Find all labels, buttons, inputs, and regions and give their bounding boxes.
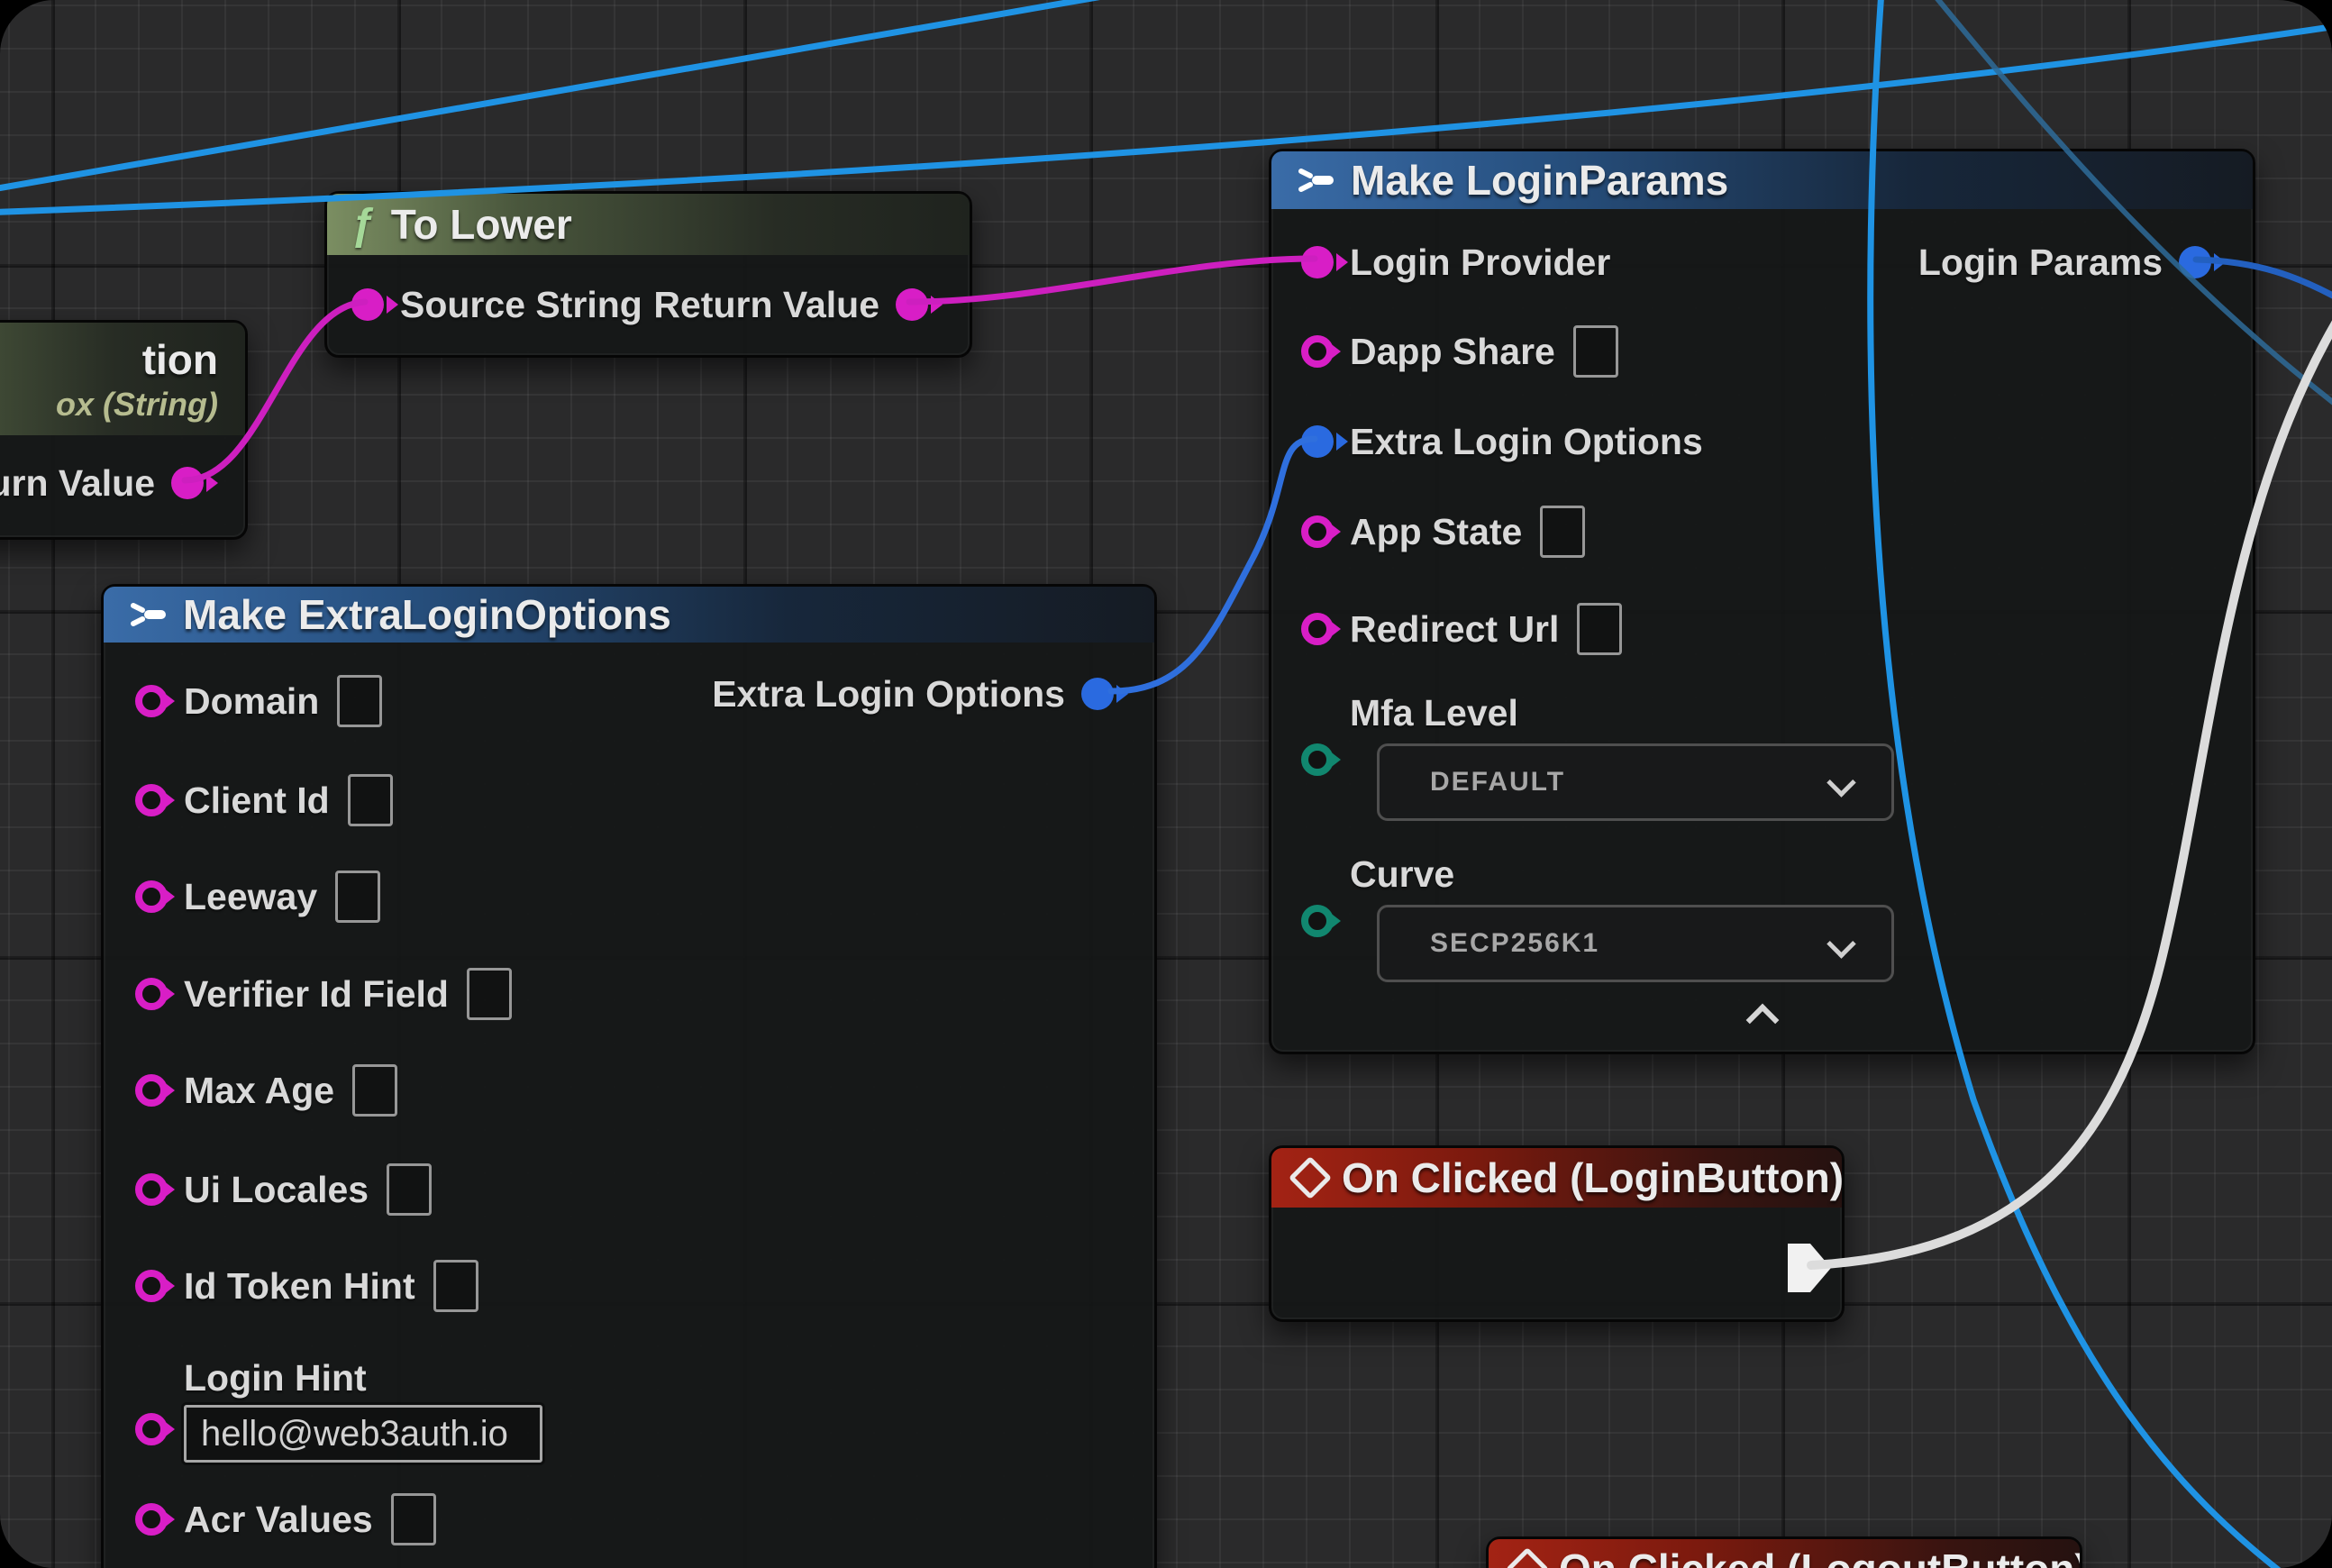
ui-locales-text-box[interactable] xyxy=(387,1163,432,1216)
leeway-text-box[interactable] xyxy=(335,871,380,923)
verifier-id-field-pin[interactable] xyxy=(135,978,168,1010)
node-header[interactable]: On Clicked (LoginButton) xyxy=(1271,1148,1842,1208)
pin-label: Mfa Level xyxy=(1350,692,1894,734)
event-diamond-icon xyxy=(1289,1156,1332,1199)
extra-login-options-out-pin[interactable] xyxy=(1081,678,1114,710)
login-params-out-pin[interactable] xyxy=(2179,246,2211,278)
pin-label: Curve xyxy=(1350,853,1894,896)
node-title: On Clicked (LoginButton) xyxy=(1342,1153,1842,1202)
pin-label: Client Id xyxy=(184,779,330,822)
background-wire-blue xyxy=(0,0,1134,191)
verifier-id-field-text-box[interactable] xyxy=(467,968,512,1020)
node-title: Make ExtraLoginOptions xyxy=(183,590,671,639)
node-make-login-params[interactable]: Make LoginParams Login Provider Login Pa… xyxy=(1269,149,2255,1054)
redirect-url-text-box[interactable] xyxy=(1577,603,1622,655)
mfa-level-dropdown[interactable]: DEFAULT xyxy=(1377,743,1894,821)
blueprint-canvas[interactable]: tion ox (String) eturn Value ƒ To Lower … xyxy=(0,0,2332,1568)
id-token-hint-pin[interactable] xyxy=(135,1270,168,1302)
pin-label: Domain xyxy=(184,680,319,723)
pin-label: Return Value xyxy=(653,284,879,326)
client-id-text-box[interactable] xyxy=(348,774,393,826)
node-make-extra-login-options[interactable]: Make ExtraLoginOptions Domain Client Id … xyxy=(101,584,1157,1568)
pin-label: Dapp Share xyxy=(1350,331,1555,373)
node-to-lower[interactable]: ƒ To Lower Source String Return Value xyxy=(324,191,972,358)
node-subtitle: ox (String) xyxy=(56,386,218,424)
login-hint-pin[interactable] xyxy=(135,1413,168,1445)
login-hint-value: hello@web3auth.io xyxy=(187,1414,508,1454)
return-value-pin[interactable] xyxy=(896,288,928,321)
max-age-text-box[interactable] xyxy=(352,1064,397,1117)
node-header[interactable]: tion ox (String) xyxy=(0,323,245,435)
curve-value: SECP256K1 xyxy=(1380,928,1599,959)
return-value-pin[interactable] xyxy=(171,467,204,499)
mfa-level-value: DEFAULT xyxy=(1380,767,1565,798)
exec-out-pin[interactable] xyxy=(1788,1244,1831,1292)
extra-login-options-in-pin[interactable] xyxy=(1301,425,1334,458)
login-provider-pin[interactable] xyxy=(1301,246,1334,278)
pin-label: App State xyxy=(1350,511,1522,553)
source-string-pin[interactable] xyxy=(351,288,384,321)
curve-dropdown[interactable]: SECP256K1 xyxy=(1377,905,1894,982)
leeway-pin[interactable] xyxy=(135,880,168,913)
chevron-down-icon xyxy=(1826,929,1856,959)
pin-label: Leeway xyxy=(184,876,317,918)
function-icon: ƒ xyxy=(351,200,375,250)
curve-pin[interactable] xyxy=(1301,905,1334,937)
redirect-url-pin[interactable] xyxy=(1301,613,1334,645)
pin-label: Ui Locales xyxy=(184,1169,369,1211)
ui-locales-pin[interactable] xyxy=(135,1173,168,1206)
chevron-down-icon xyxy=(1826,768,1856,798)
dapp-share-pin[interactable] xyxy=(1301,335,1334,368)
pin-label: Extra Login Options xyxy=(712,673,1065,716)
id-token-hint-text-box[interactable] xyxy=(433,1260,478,1312)
node-title: tion xyxy=(142,335,218,384)
node-partial-function[interactable]: tion ox (String) eturn Value xyxy=(0,320,248,540)
domain-pin[interactable] xyxy=(135,685,168,717)
dapp-share-text-box[interactable] xyxy=(1573,325,1618,378)
node-on-clicked-logout-button[interactable]: On Clicked (LogoutButton) xyxy=(1486,1536,2082,1568)
client-id-pin[interactable] xyxy=(135,784,168,816)
node-title: On Clicked (LogoutButton) xyxy=(1559,1545,2080,1568)
acr-values-text-box[interactable] xyxy=(391,1493,436,1545)
pin-label: Id Token Hint xyxy=(184,1265,415,1308)
app-state-pin[interactable] xyxy=(1301,515,1334,548)
make-struct-icon xyxy=(127,601,167,628)
pin-label: Extra Login Options xyxy=(1350,421,1703,463)
pin-label: Source String xyxy=(400,284,642,326)
node-header[interactable]: ƒ To Lower xyxy=(327,194,970,255)
app-state-text-box[interactable] xyxy=(1540,506,1585,558)
pin-label: eturn Value xyxy=(0,462,155,505)
node-header[interactable]: On Clicked (LogoutButton) xyxy=(1489,1539,2080,1568)
collapse-node-chevron[interactable] xyxy=(1745,1004,1779,1037)
max-age-pin[interactable] xyxy=(135,1074,168,1107)
make-struct-icon xyxy=(1295,167,1335,194)
event-diamond-icon xyxy=(1506,1547,1549,1568)
pin-label: Verifier Id Field xyxy=(184,973,449,1016)
pin-label: Acr Values xyxy=(184,1499,373,1541)
pin-label: Login Provider xyxy=(1350,242,1610,284)
pin-label: Login Hint xyxy=(184,1357,542,1399)
acr-values-pin[interactable] xyxy=(135,1503,168,1536)
node-title: To Lower xyxy=(391,200,572,249)
pin-label: Redirect Url xyxy=(1350,608,1559,651)
pin-label: Max Age xyxy=(184,1070,334,1112)
node-header[interactable]: Make ExtraLoginOptions xyxy=(104,587,1154,643)
domain-text-box[interactable] xyxy=(337,675,382,727)
node-title: Make LoginParams xyxy=(1351,156,1728,205)
mfa-level-pin[interactable] xyxy=(1301,743,1334,776)
node-header[interactable]: Make LoginParams xyxy=(1271,151,2253,209)
login-hint-input[interactable]: hello@web3auth.io xyxy=(184,1405,542,1463)
node-on-clicked-login-button[interactable]: On Clicked (LoginButton) xyxy=(1269,1145,1845,1322)
pin-label: Login Params xyxy=(1918,242,2163,284)
